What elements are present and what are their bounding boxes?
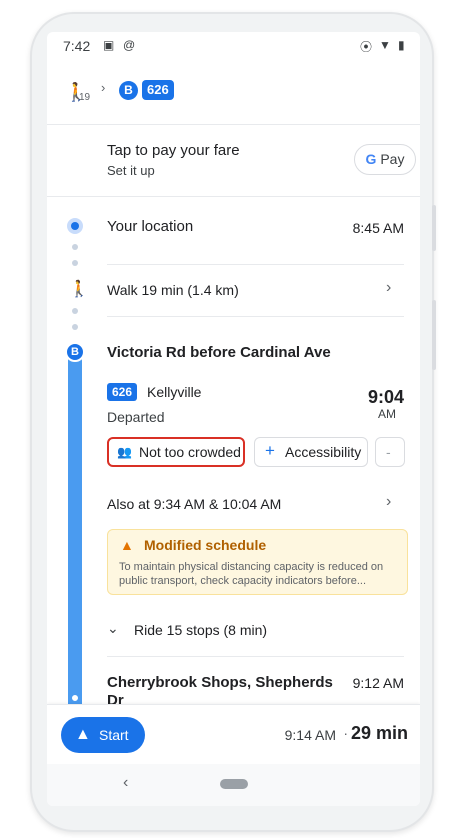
at-icon: @	[123, 38, 136, 52]
arrival-time: 9:14 AM	[284, 727, 336, 743]
status-time: 7:42	[63, 38, 91, 54]
volume-button	[432, 300, 436, 370]
schedule-alert[interactable]: ▲ Modified schedule To maintain physical…	[107, 529, 408, 595]
divider	[47, 196, 420, 197]
pay-title: Tap to pay your fare	[107, 142, 240, 159]
timeline-dot	[72, 244, 78, 250]
status-bar: 7:42 ▣ @ ⦿ ▼ ▮	[47, 32, 420, 60]
walk-minutes: 19	[79, 92, 91, 103]
divider	[107, 264, 404, 265]
alert-message: To maintain physical distancing capacity…	[119, 561, 384, 587]
google-pay-button[interactable]: G Pay	[354, 144, 416, 175]
back-icon[interactable]: ‹	[123, 774, 128, 792]
stop-name: Victoria Rd before Cardinal Ave	[107, 344, 331, 361]
separator: ·	[343, 725, 348, 741]
walking-person-icon: 🚶	[69, 281, 89, 298]
chevron-right-icon: ›	[101, 80, 106, 95]
screen: 7:42 ▣ @ ⦿ ▼ ▮ 🚶 19 › B 626 Tap to pay y…	[47, 32, 420, 806]
home-pill-icon[interactable]	[220, 779, 248, 789]
bus-destination: Kellyville	[147, 384, 202, 400]
alert-title: Modified schedule	[144, 537, 267, 553]
divider	[47, 124, 420, 125]
accessibility-chip[interactable]: + Accessibility	[254, 437, 368, 467]
stop-letter-icon: B	[65, 342, 85, 362]
more-chip[interactable]: -	[375, 437, 405, 467]
crowd-label: Not too crowded	[139, 444, 241, 460]
chevron-down-icon: ⌄	[107, 620, 119, 636]
power-button	[432, 205, 436, 251]
pay-subtitle[interactable]: Set it up	[107, 163, 155, 178]
walk-label: Walk 19 min (1.4 km)	[107, 282, 239, 298]
departure-time: 9:04	[367, 387, 404, 407]
timeline-dot	[72, 324, 78, 330]
divider	[107, 656, 404, 657]
stop-letter-badge: B	[119, 81, 138, 100]
chevron-right-icon: ›	[386, 279, 392, 296]
navigation-arrow-icon: ▲	[75, 726, 91, 743]
wifi-icon: ▼	[379, 38, 391, 52]
warning-icon: ▲	[120, 537, 134, 553]
transit-line	[68, 354, 82, 704]
location-icon: ⦿	[360, 40, 373, 54]
accessibility-label: Accessibility	[285, 444, 362, 460]
plus-icon: +	[265, 441, 275, 460]
departure-status: Departed	[107, 409, 165, 425]
bottom-bar: ▲ Start 9:14 AM · 29 min	[47, 704, 420, 764]
gallery-icon: ▣	[103, 38, 115, 52]
origin-time: 8:45 AM	[352, 220, 404, 236]
also-at-label: Also at 9:34 AM & 10:04 AM	[107, 496, 282, 512]
destination-time: 9:12 AM	[352, 675, 404, 691]
system-nav-bar: ‹	[47, 764, 420, 806]
origin-label: Your location	[107, 218, 194, 235]
bus-number-badge: 626	[107, 383, 138, 401]
google-g-icon: G	[365, 151, 377, 167]
bus-number-badge: 626	[142, 80, 174, 100]
people-icon: 👥	[117, 445, 132, 459]
departure-ampm: AM	[378, 407, 396, 421]
origin-dot-icon	[67, 218, 83, 234]
start-button[interactable]: ▲ Start	[61, 717, 145, 753]
chevron-right-icon: ›	[386, 493, 392, 510]
ride-label: Ride 15 stops (8 min)	[134, 622, 268, 638]
route-summary[interactable]: 🚶 19 › B 626	[47, 72, 420, 116]
google-pay-label: Pay	[380, 151, 405, 167]
destination-dot-icon	[70, 693, 80, 703]
timeline-dot	[72, 308, 78, 314]
timeline-dot	[72, 260, 78, 266]
divider	[107, 316, 404, 317]
crowd-level-chip[interactable]: 👥 Not too crowded	[107, 437, 245, 467]
start-label: Start	[99, 727, 129, 743]
battery-icon: ▮	[398, 38, 405, 52]
trip-duration: 29 min	[350, 723, 408, 743]
